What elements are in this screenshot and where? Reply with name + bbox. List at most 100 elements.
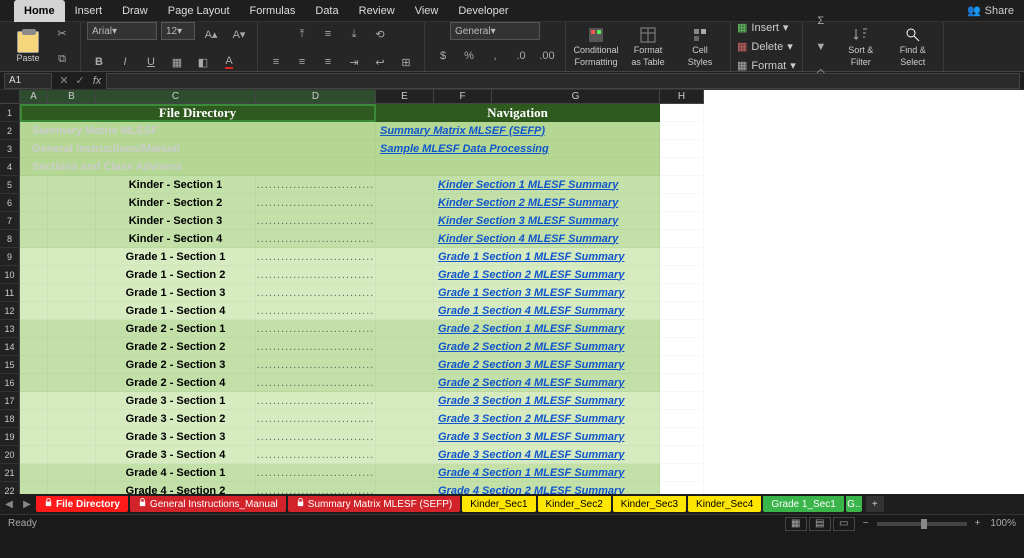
adviser-cell[interactable]: ................................... bbox=[256, 338, 376, 356]
hyperlink[interactable]: Grade 3 Section 3 MLESF Summary bbox=[438, 431, 624, 443]
section-name[interactable]: Grade 3 - Section 3 bbox=[96, 428, 256, 446]
cell[interactable] bbox=[48, 374, 96, 392]
adviser-cell[interactable]: ................................... bbox=[256, 266, 376, 284]
col-header-b[interactable]: B bbox=[48, 90, 96, 104]
cell[interactable] bbox=[20, 194, 48, 212]
bold-button[interactable]: B bbox=[87, 50, 111, 74]
col-header-h[interactable]: H bbox=[660, 90, 704, 104]
cell[interactable] bbox=[660, 410, 704, 428]
hyperlink[interactable]: Grade 1 Section 2 MLESF Summary bbox=[438, 269, 624, 281]
hyperlink[interactable]: Grade 4 Section 1 MLESF Summary bbox=[438, 467, 624, 479]
cell[interactable] bbox=[376, 158, 660, 176]
row-header[interactable]: 21 bbox=[0, 464, 20, 482]
cell[interactable] bbox=[20, 212, 48, 230]
formula-bar[interactable] bbox=[106, 73, 1020, 89]
merge-button[interactable]: ⊞ bbox=[394, 50, 418, 74]
section-name[interactable]: Kinder - Section 2 bbox=[96, 194, 256, 212]
cell[interactable]: Sample MLESF Data Processing bbox=[376, 140, 660, 158]
increase-font-button[interactable]: A▴ bbox=[199, 22, 223, 46]
adviser-cell[interactable]: ................................... bbox=[256, 374, 376, 392]
ribbon-tab-data[interactable]: Data bbox=[305, 0, 348, 22]
cell[interactable] bbox=[376, 374, 434, 392]
cell[interactable] bbox=[660, 446, 704, 464]
cell[interactable]: Grade 3 Section 2 MLESF Summary bbox=[434, 410, 660, 428]
cell[interactable] bbox=[660, 356, 704, 374]
paste-button[interactable]: Paste bbox=[10, 31, 46, 63]
section-name[interactable]: Grade 2 - Section 1 bbox=[96, 320, 256, 338]
cell[interactable] bbox=[48, 284, 96, 302]
adviser-cell[interactable]: ................................... bbox=[256, 212, 376, 230]
row-header[interactable]: 14 bbox=[0, 338, 20, 356]
hyperlink[interactable]: Grade 3 Section 2 MLESF Summary bbox=[438, 413, 624, 425]
row-header[interactable]: 7 bbox=[0, 212, 20, 230]
row-header[interactable]: 5 bbox=[0, 176, 20, 194]
italic-button[interactable]: I bbox=[113, 50, 137, 74]
col-header-f[interactable]: F bbox=[434, 90, 492, 104]
hyperlink[interactable]: Grade 1 Section 4 MLESF Summary bbox=[438, 305, 624, 317]
hyperlink[interactable]: Grade 2 Section 4 MLESF Summary bbox=[438, 377, 624, 389]
row-header[interactable]: 11 bbox=[0, 284, 20, 302]
cell[interactable] bbox=[20, 338, 48, 356]
cell[interactable] bbox=[48, 248, 96, 266]
adviser-cell[interactable]: ................................... bbox=[256, 428, 376, 446]
adviser-cell[interactable]: ................................... bbox=[256, 446, 376, 464]
cell[interactable] bbox=[376, 446, 434, 464]
format-as-table-button[interactable]: Format as Table bbox=[624, 25, 672, 69]
cell[interactable]: Grade 1 Section 3 MLESF Summary bbox=[434, 284, 660, 302]
cell[interactable] bbox=[376, 212, 434, 230]
ribbon-tab-page-layout[interactable]: Page Layout bbox=[158, 0, 240, 22]
cell[interactable] bbox=[660, 302, 704, 320]
cell[interactable]: Grade 4 Section 1 MLESF Summary bbox=[434, 464, 660, 482]
font-size-combo[interactable]: 12 ▾ bbox=[161, 22, 195, 40]
adviser-cell[interactable]: ................................... bbox=[256, 176, 376, 194]
cell[interactable] bbox=[48, 266, 96, 284]
cell[interactable]: Grade 1 Section 4 MLESF Summary bbox=[434, 302, 660, 320]
cell[interactable] bbox=[376, 356, 434, 374]
section-name[interactable]: Kinder - Section 4 bbox=[96, 230, 256, 248]
sheet-tab[interactable]: Kinder_Sec1 bbox=[462, 496, 535, 512]
cell[interactable] bbox=[660, 464, 704, 482]
fill-button[interactable]: ▼ bbox=[809, 35, 833, 59]
cell[interactable]: Grade 1 Section 1 MLESF Summary bbox=[434, 248, 660, 266]
cell[interactable] bbox=[376, 410, 434, 428]
font-name-combo[interactable]: Arial ▾ bbox=[87, 22, 157, 40]
section-name[interactable]: Grade 3 - Section 2 bbox=[96, 410, 256, 428]
cell[interactable] bbox=[48, 194, 96, 212]
hyperlink[interactable]: Summary Matrix MLSEF (SEFP) bbox=[380, 125, 545, 137]
row-header[interactable]: 16 bbox=[0, 374, 20, 392]
conditional-formatting-button[interactable]: Conditional Formatting bbox=[572, 25, 620, 69]
hyperlink[interactable]: Sample MLESF Data Processing bbox=[380, 143, 549, 155]
zoom-slider[interactable] bbox=[877, 522, 967, 526]
section-header[interactable]: Sections and Class Advisers bbox=[20, 158, 376, 176]
align-top-button[interactable]: ⤒ bbox=[290, 22, 314, 46]
col-header-d[interactable]: D bbox=[256, 90, 376, 104]
cell[interactable] bbox=[48, 410, 96, 428]
cell[interactable] bbox=[660, 284, 704, 302]
adviser-cell[interactable]: ................................... bbox=[256, 284, 376, 302]
row-header[interactable]: 1 bbox=[0, 104, 20, 122]
cell[interactable] bbox=[376, 194, 434, 212]
cell[interactable]: Grade 2 Section 2 MLESF Summary bbox=[434, 338, 660, 356]
decrease-decimal-button[interactable]: .00 bbox=[535, 44, 559, 68]
delete-cells-button[interactable]: ▦Delete ▾ bbox=[737, 38, 796, 56]
cell[interactable] bbox=[376, 428, 434, 446]
hyperlink[interactable]: Kinder Section 4 MLESF Summary bbox=[438, 233, 618, 245]
col-header-a[interactable]: A bbox=[20, 90, 48, 104]
sheet-tab-more[interactable]: G.. bbox=[846, 496, 862, 512]
adviser-cell[interactable]: ................................... bbox=[256, 410, 376, 428]
cell[interactable] bbox=[48, 428, 96, 446]
cancel-formula-button[interactable]: ✕ bbox=[56, 69, 72, 93]
cell[interactable] bbox=[376, 464, 434, 482]
cell[interactable] bbox=[20, 266, 48, 284]
increase-decimal-button[interactable]: .0 bbox=[509, 44, 533, 68]
sheet-tab[interactable]: General Instructions_Manual bbox=[130, 496, 286, 512]
add-sheet-button[interactable]: + bbox=[866, 496, 884, 512]
row-header[interactable]: 10 bbox=[0, 266, 20, 284]
hyperlink[interactable]: Grade 2 Section 2 MLESF Summary bbox=[438, 341, 624, 353]
sort-filter-button[interactable]: Sort & Filter bbox=[837, 25, 885, 69]
cell[interactable]: Grade 1 Section 2 MLESF Summary bbox=[434, 266, 660, 284]
cell[interactable] bbox=[48, 176, 96, 194]
cell[interactable] bbox=[376, 302, 434, 320]
align-right-button[interactable]: ≡ bbox=[316, 50, 340, 74]
row-header[interactable]: 4 bbox=[0, 158, 20, 176]
